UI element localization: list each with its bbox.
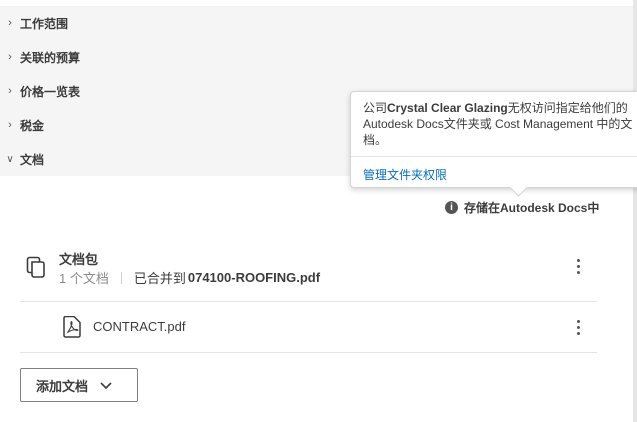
tooltip-company: Crystal Clear Glazing: [387, 101, 508, 115]
section-scope[interactable]: › 工作范围: [0, 6, 633, 40]
scrollbar-track: [633, 0, 637, 422]
chevron-down-icon: ∨: [6, 153, 14, 165]
section-label: 工作范围: [20, 16, 69, 31]
section-label: 文档: [20, 152, 45, 167]
merged-file-name: 074100-ROOFING.pdf: [187, 270, 321, 285]
chevron-right-icon: ›: [8, 119, 12, 131]
file-name[interactable]: CONTRACT.pdf: [93, 319, 185, 334]
manage-folder-permissions-link[interactable]: 管理文件夹权限: [363, 166, 447, 183]
package-meta: 1 个文档 已合并到 074100-ROOFING.pdf: [59, 268, 320, 287]
info-icon: i: [445, 201, 458, 214]
storage-label: 存储在Autodesk Docs中: [464, 201, 600, 215]
merged-prefix: 已合并到: [133, 271, 186, 286]
chevron-right-icon: ›: [8, 17, 12, 29]
file-more-button[interactable]: [568, 315, 588, 339]
add-document-label: 添加文档: [36, 378, 89, 394]
document-package: 文档包 1 个文档 已合并到 074100-ROOFING.pdf: [20, 240, 597, 301]
tooltip-divider: [351, 156, 637, 157]
chevron-right-icon: ›: [8, 51, 12, 63]
section-label: 价格一览表: [20, 84, 81, 99]
copy-icon: [26, 256, 46, 283]
row-divider: [20, 301, 597, 302]
pdf-icon: [62, 315, 82, 343]
chevron-down-icon: [100, 378, 112, 393]
storage-info[interactable]: i 存储在Autodesk Docs中: [445, 199, 599, 216]
tooltip-message: 公司Crystal Clear Glazing无权访问指定给他们的 Autode…: [363, 100, 637, 148]
section-related-budget[interactable]: › 关联的预算: [0, 40, 633, 74]
section-label: 关联的预算: [20, 50, 81, 65]
chevron-right-icon: ›: [8, 85, 12, 97]
document-count: 1 个文档: [59, 271, 109, 286]
meta-separator: [120, 271, 122, 284]
package-title: 文档包: [59, 252, 99, 267]
section-label: 税金: [20, 118, 45, 133]
tooltip-arrow: [509, 178, 528, 197]
tooltip-prefix: 公司: [363, 101, 388, 115]
row-divider: [20, 352, 597, 353]
file-row[interactable]: CONTRACT.pdf: [60, 315, 597, 338]
permission-tooltip: 公司Crystal Clear Glazing无权访问指定给他们的 Autode…: [350, 91, 637, 197]
add-document-button[interactable]: 添加文档: [20, 368, 138, 402]
package-more-button[interactable]: [568, 254, 588, 278]
